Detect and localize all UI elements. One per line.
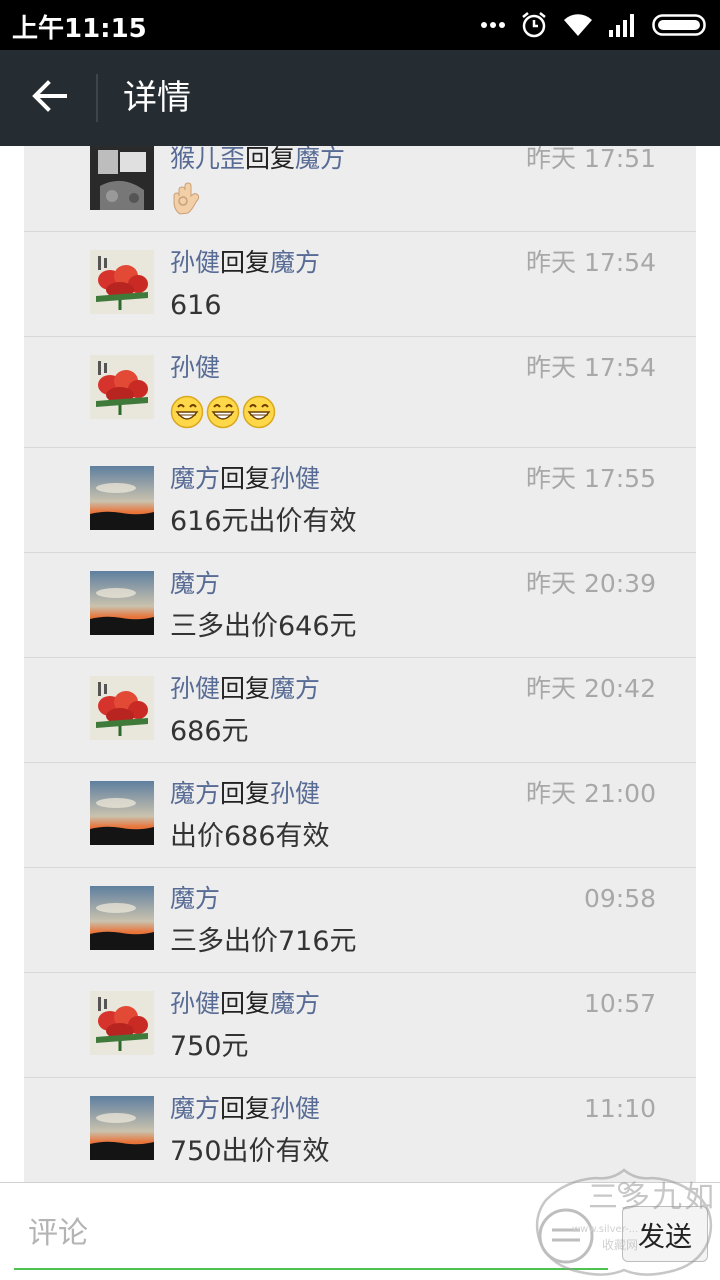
reply-word: 回复 (220, 989, 271, 1018)
comment-header: 魔方 (170, 567, 220, 601)
title-bar: 详情 (0, 50, 720, 146)
title-divider (96, 74, 98, 122)
comment-text (170, 395, 278, 439)
comment-text: 750元 (170, 1031, 249, 1062)
comment-time: 10:57 (583, 989, 656, 1018)
comment-item[interactable]: 孙健回复魔方 昨天 20:42 686元 (24, 658, 696, 763)
comment-item[interactable]: 魔方 昨天 20:39 三多出价646元 (24, 553, 696, 658)
alarm-icon (520, 11, 548, 39)
comment-header: 魔方回复孙健 (170, 462, 320, 496)
comment-item[interactable]: 猴儿歪回复魔方 昨天 17:51 (24, 146, 696, 232)
comment-text: 686元 (170, 716, 249, 747)
status-time: 上午11:15 (12, 14, 147, 44)
comment-header: 孙健回复魔方 (170, 987, 320, 1021)
comment-text: 616 (170, 290, 222, 321)
comment-text: 616元出价有效 (170, 506, 357, 537)
reply-target-name[interactable]: 魔方 (295, 146, 345, 173)
comment-time: 昨天 17:54 (526, 353, 656, 382)
comment-item[interactable]: 魔方回复孙健 昨天 21:00 出价686有效 (24, 763, 696, 868)
comment-list[interactable]: 猴儿歪回复魔方 昨天 17:51 孙健回复魔方 昨天 17:54 616 孙健 … (24, 146, 696, 1182)
ok-hand-emoji-icon (170, 182, 202, 216)
comment-text: 出价686有效 (170, 821, 330, 852)
comment-header: 魔方 (170, 882, 220, 916)
author-name[interactable]: 猴儿歪 (170, 146, 245, 173)
wifi-icon (562, 12, 594, 38)
comment-time: 昨天 21:00 (526, 779, 656, 808)
comment-header: 孙健回复魔方 (170, 672, 320, 706)
comment-header: 猴儿歪回复魔方 (170, 146, 345, 176)
reply-target-name[interactable]: 孙健 (270, 464, 320, 493)
reply-word: 回复 (220, 779, 271, 808)
back-arrow-icon (31, 80, 67, 116)
comment-time: 昨天 20:39 (526, 569, 656, 598)
author-name[interactable]: 魔方 (170, 464, 220, 493)
reply-target-name[interactable]: 魔方 (270, 674, 320, 703)
status-icons (480, 8, 708, 42)
page-title: 详情 (123, 78, 191, 118)
reply-word: 回复 (220, 1094, 271, 1123)
avatar[interactable] (90, 1096, 154, 1160)
author-name[interactable]: 孙健 (170, 989, 220, 1018)
comment-item[interactable]: 孙健回复魔方 10:57 750元 (24, 973, 696, 1078)
author-name[interactable]: 孙健 (170, 353, 220, 382)
status-bar: 上午11:15 (0, 0, 720, 50)
author-name[interactable]: 孙健 (170, 248, 220, 277)
comment-time: 11:10 (583, 1094, 656, 1123)
grin-emoji-icon (242, 395, 276, 429)
avatar[interactable] (90, 250, 154, 314)
author-name[interactable]: 魔方 (170, 884, 220, 913)
battery-icon (652, 12, 708, 38)
reply-word: 回复 (220, 674, 271, 703)
comment-time: 昨天 17:55 (526, 464, 656, 493)
comment-text (170, 182, 202, 226)
reply-target-name[interactable]: 魔方 (270, 248, 320, 277)
back-button[interactable] (22, 74, 76, 122)
avatar[interactable] (90, 991, 154, 1055)
avatar[interactable] (90, 146, 154, 210)
comment-item[interactable]: 孙健回复魔方 昨天 17:54 616 (24, 232, 696, 337)
comment-header: 孙健 (170, 351, 220, 385)
author-name[interactable]: 魔方 (170, 1094, 220, 1123)
comment-header: 孙健回复魔方 (170, 246, 320, 280)
comment-time: 昨天 17:54 (526, 248, 656, 277)
reply-word: 回复 (220, 464, 271, 493)
input-underline (14, 1268, 608, 1270)
comment-time: 09:58 (583, 884, 656, 913)
avatar[interactable] (90, 886, 154, 950)
grin-emoji-icon (170, 395, 204, 429)
comment-header: 魔方回复孙健 (170, 777, 320, 811)
comment-time: 昨天 20:42 (526, 674, 656, 703)
send-button[interactable]: 发送 (622, 1206, 708, 1262)
avatar[interactable] (90, 466, 154, 530)
comment-time: 昨天 17:51 (526, 146, 656, 173)
comment-item[interactable]: 魔方回复孙健 昨天 17:55 616元出价有效 (24, 448, 696, 553)
comment-item[interactable]: 魔方 09:58 三多出价716元 (24, 868, 696, 973)
avatar[interactable] (90, 676, 154, 740)
comment-input-bar (0, 1182, 720, 1280)
comment-text: 三多出价646元 (170, 611, 357, 642)
author-name[interactable]: 孙健 (170, 674, 220, 703)
signal-icon (608, 12, 638, 38)
more-dots-icon (480, 21, 506, 29)
reply-word: 回复 (220, 248, 271, 277)
comment-input[interactable] (14, 1207, 608, 1259)
comment-item[interactable]: 孙健 昨天 17:54 (24, 337, 696, 448)
comment-text: 750出价有效 (170, 1136, 330, 1167)
comment-text: 三多出价716元 (170, 926, 357, 957)
avatar[interactable] (90, 571, 154, 635)
avatar[interactable] (90, 355, 154, 419)
avatar[interactable] (90, 781, 154, 845)
comment-item[interactable]: 魔方回复孙健 11:10 750出价有效 (24, 1078, 696, 1182)
comment-header: 魔方回复孙健 (170, 1092, 320, 1126)
grin-emoji-icon (206, 395, 240, 429)
reply-target-name[interactable]: 孙健 (270, 779, 320, 808)
reply-target-name[interactable]: 魔方 (270, 989, 320, 1018)
reply-target-name[interactable]: 孙健 (270, 1094, 320, 1123)
reply-word: 回复 (245, 146, 296, 173)
author-name[interactable]: 魔方 (170, 779, 220, 808)
author-name[interactable]: 魔方 (170, 569, 220, 598)
